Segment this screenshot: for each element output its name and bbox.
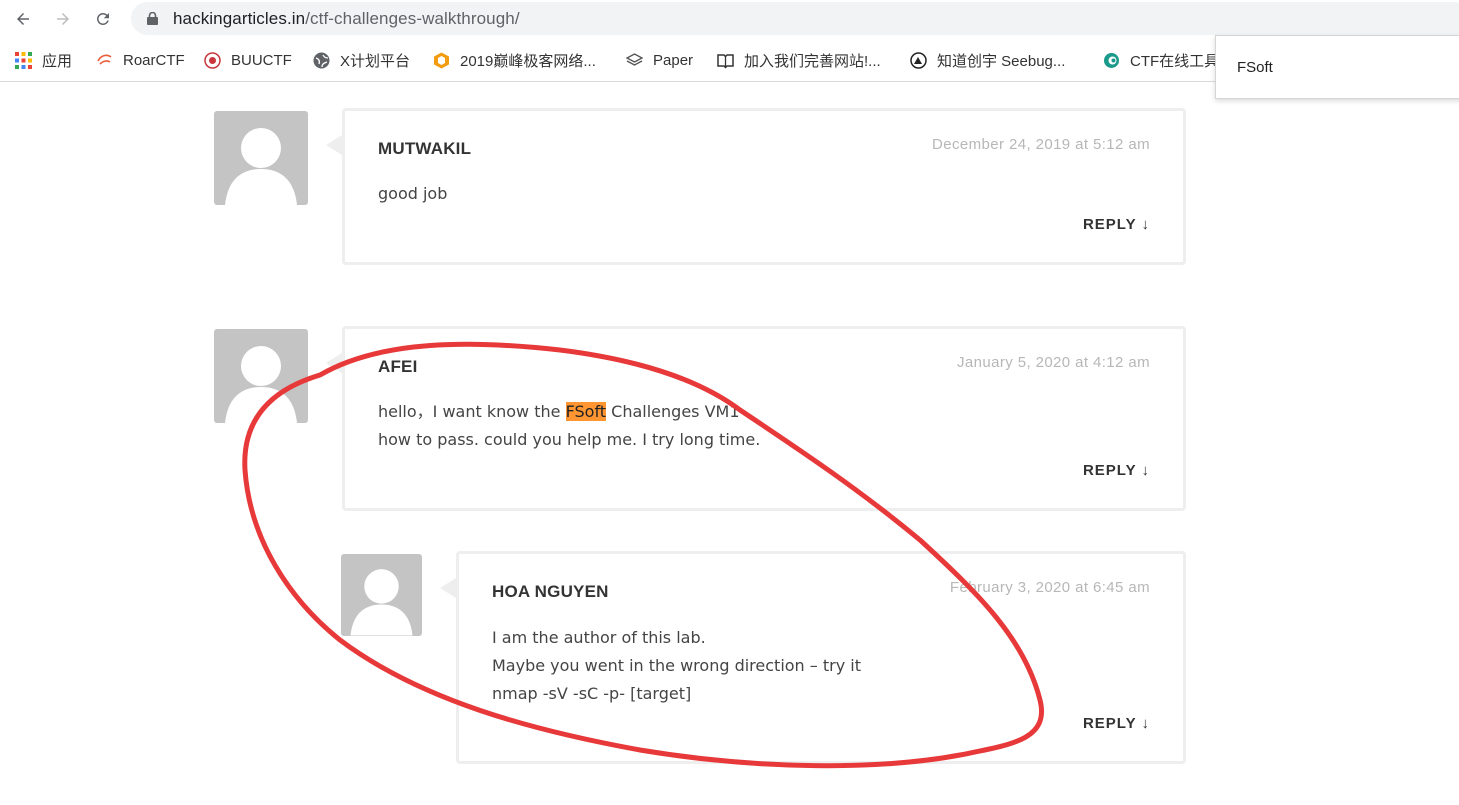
bookmark-label: 知道创宇 Seebug... [937,52,1066,70]
bookmark-label: 应用 [42,52,73,70]
reply-button[interactable]: REPLY ↓ [1083,216,1150,233]
bookmark-apps[interactable]: 应用 [15,50,72,70]
bookmark-label: CTF在线工具 [1130,52,1220,70]
comment-pointer [440,578,456,598]
comment-card: MUTWAKIL December 24, 2019 at 5:12 am go… [326,108,1186,265]
comment-date[interactable]: February 3, 2020 at 6:45 am [950,579,1150,596]
bookmark-label: BUUCTF [231,51,292,69]
comment-pointer [326,135,342,155]
bookmark-roarctf[interactable]: RoarCTF [96,50,185,70]
comment-card: HOA NGUYEN February 3, 2020 at 6:45 am I… [440,551,1186,764]
bookmark-label: 加入我们完善网站!... [744,52,881,70]
comment-line: Maybe you went in the wrong direction – … [492,656,861,675]
bookmark-xplan[interactable]: X计划平台 [313,50,410,70]
find-match-highlight: FSoft [565,402,607,421]
bookmark-label: RoarCTF [123,51,185,69]
back-arrow-icon [17,13,29,25]
globe-icon [313,52,330,69]
address-bar[interactable]: hackingarticles.in/ctf-challenges-walkth… [131,2,1459,35]
bookmark-paper[interactable]: Paper [626,50,693,70]
avatar [214,111,308,205]
comment-author[interactable]: HOA NGUYEN [492,582,609,602]
ctf-tool-icon [1103,52,1120,69]
default-avatar-icon [225,346,297,423]
find-query[interactable]: FSoft [1237,59,1273,76]
forward-button[interactable] [52,8,74,30]
find-in-page-popup[interactable]: FSoft [1215,35,1459,99]
comment-author[interactable]: MUTWAKIL [378,139,471,159]
comment-text: I am the author of this lab. Maybe you w… [492,624,861,708]
comment-line: nmap -sV -sC -p- [target] [492,684,692,703]
roarctf-icon [96,52,113,69]
comment-line: hello，I want know the FSoft Challenges V… [378,398,760,426]
bookmark-join-us[interactable]: 加入我们完善网站!... [717,50,881,70]
comment-line: how to pass. could you help me. I try lo… [378,430,761,449]
back-button[interactable] [12,8,34,30]
bookmark-ctf-tools[interactable]: CTF在线工具 [1103,50,1219,70]
reload-icon [96,12,109,25]
bookmark-geek[interactable]: 2019巅峰极客网络... [433,50,596,70]
bookmark-label: 2019巅峰极客网络... [460,52,596,70]
apps-grid-icon [15,51,32,69]
avatar [214,329,308,423]
comment-author[interactable]: AFEI [378,357,418,377]
comment-line: I am the author of this lab. [492,628,706,647]
comment-text-part: hello，I want know the [378,402,566,421]
comment-date[interactable]: January 5, 2020 at 4:12 am [957,354,1150,371]
bookmark-buuctf[interactable]: BUUCTF [204,50,292,70]
bookmark-label: X计划平台 [340,52,411,70]
default-avatar-icon [350,569,413,636]
url-host: hackingarticles.in [173,9,306,28]
comment-text: good job [378,180,447,208]
bookmark-seebug[interactable]: 知道创宇 Seebug... [910,50,1065,70]
lock-icon [147,12,158,25]
comment-card: AFEI January 5, 2020 at 4:12 am hello，I … [326,326,1186,511]
url-path: /ctf-challenges-walkthrough/ [305,9,520,28]
paper-icon [626,52,643,69]
bookmark-label: Paper [653,51,694,69]
comment-pointer [326,353,342,373]
seebug-icon [910,51,927,69]
comment-date[interactable]: December 24, 2019 at 5:12 am [932,136,1150,153]
buuctf-icon [204,51,221,69]
reload-button[interactable] [92,8,114,30]
reply-button[interactable]: REPLY ↓ [1083,715,1150,732]
book-icon [717,52,734,69]
browser-toolbar: hackingarticles.in/ctf-challenges-walkth… [0,0,1459,38]
comment-line: good job [378,184,448,203]
comment-text: hello，I want know the FSoft Challenges V… [378,398,760,454]
forward-arrow-icon [57,13,69,25]
geek-icon [433,52,450,69]
url-text: hackingarticles.in/ctf-challenges-walkth… [173,9,520,29]
comment-text-part: Challenges VM1 [606,402,740,421]
reply-button[interactable]: REPLY ↓ [1083,462,1150,479]
avatar [341,554,422,636]
default-avatar-icon [225,128,297,205]
